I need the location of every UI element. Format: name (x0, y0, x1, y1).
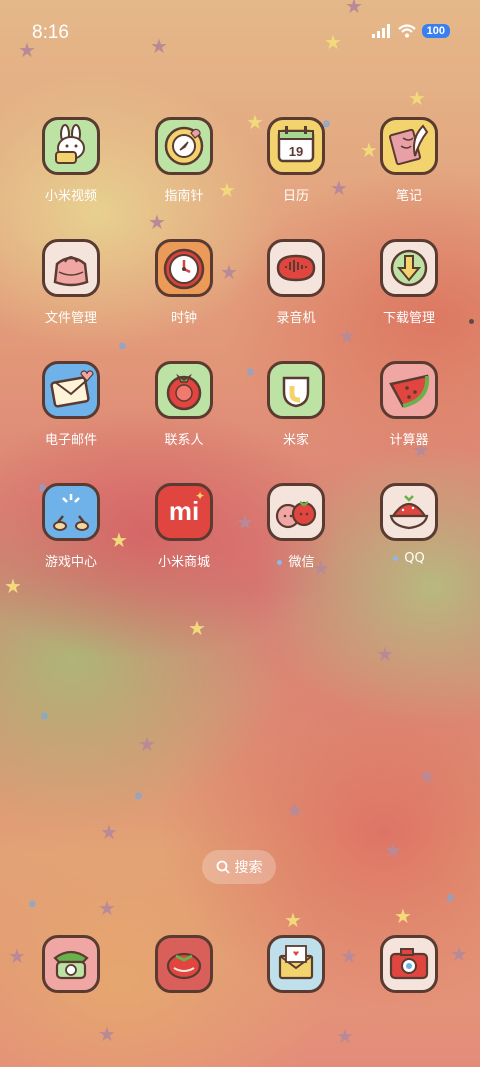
star-icon: ★ (4, 574, 22, 598)
status-bar: 8:16 100 (0, 0, 480, 60)
telephone-icon (42, 935, 100, 993)
app-compass[interactable]: 指南针 (134, 117, 234, 204)
app-label: 计算器 (389, 433, 429, 448)
star-icon: ★ (100, 820, 118, 844)
sparkle-icon: ✦ (194, 489, 205, 503)
dock-phone[interactable] (21, 935, 121, 993)
download-icon (380, 239, 438, 297)
tomato-contacts-icon (155, 361, 213, 419)
star-icon: ★ (394, 904, 412, 928)
app-label: 笔记 (395, 189, 422, 204)
app-mijia[interactable]: 米家 (246, 361, 346, 448)
page-indicator-dot (469, 319, 474, 324)
star-icon: ★ (150, 34, 168, 58)
app-email[interactable]: 电子邮件 (21, 361, 121, 448)
app-file-manager[interactable]: 文件管理 (21, 239, 121, 326)
app-recorder[interactable]: 录音机 (246, 239, 346, 326)
file-bag-icon (42, 239, 100, 297)
star-icon: ★ (376, 642, 394, 666)
app-label: 下载管理 (382, 311, 435, 326)
swirl-icon: ๑ (118, 337, 127, 353)
star-icon: ★ (284, 908, 302, 932)
mail-icon (42, 361, 100, 419)
app-label: 联系人 (164, 433, 204, 448)
status-time: 8:16 (32, 22, 69, 43)
app-calculator[interactable]: 计算器 (359, 361, 459, 448)
app-label: 时钟 (170, 311, 197, 326)
clock-icon (155, 239, 213, 297)
app-download-manager[interactable]: 下载管理 (359, 239, 459, 326)
envelope-heart-icon (267, 935, 325, 993)
star-icon: ★ (98, 1022, 116, 1046)
calendar-icon: 19 (267, 117, 325, 175)
app-qq[interactable]: QQ (359, 483, 459, 566)
app-label: 日历 (282, 189, 309, 204)
app-contacts[interactable]: 联系人 (134, 361, 234, 448)
app-label: 米家 (282, 433, 309, 448)
app-calendar[interactable]: 19 日历 (246, 117, 346, 204)
search-button[interactable]: 搜索 (202, 850, 276, 884)
app-label: 微信 (246, 551, 346, 570)
app-label-text: QQ (404, 551, 425, 566)
camera-icon (380, 935, 438, 993)
app-xiaomi-video[interactable]: 小米视频 (21, 117, 121, 204)
battery-indicator: 100 (421, 24, 450, 38)
calendar-date: 19 (288, 144, 304, 159)
dock-camera[interactable] (359, 935, 459, 993)
app-wechat[interactable]: 微信 (246, 483, 346, 570)
star-icon: ★ (286, 798, 304, 822)
app-game-center[interactable]: 游戏中心 (21, 483, 121, 570)
tomato-gallery-icon (155, 935, 213, 993)
star-icon: ★ (148, 210, 166, 234)
signal-icon (371, 24, 390, 38)
star-icon: ★ (336, 1024, 354, 1048)
search-label: 搜索 (234, 860, 263, 876)
app-label: 文件管理 (44, 311, 97, 326)
star-icon: ★ (384, 838, 402, 862)
swirl-icon: ๑ (446, 889, 455, 905)
app-label: 指南针 (164, 189, 204, 204)
new-install-dot (277, 560, 283, 565)
app-mi-store[interactable]: mi ✦ 小米商城 (134, 483, 234, 570)
star-icon: ★ (18, 38, 36, 62)
watermelon-calculator-icon (380, 361, 438, 419)
mijia-icon (267, 361, 325, 419)
bunny-video-icon (42, 117, 100, 175)
app-label: 小米视频 (44, 189, 97, 204)
app-label: 游戏中心 (44, 555, 97, 570)
star-icon: ★ (408, 86, 426, 110)
strawberry-qq-icon (380, 483, 438, 541)
star-icon: ★ (138, 732, 156, 756)
wifi-icon (397, 24, 416, 38)
game-center-icon (42, 483, 100, 541)
star-icon: ★ (418, 764, 436, 788)
star-icon: ★ (338, 324, 356, 348)
app-clock[interactable]: 时钟 (134, 239, 234, 326)
new-install-dot (393, 556, 399, 561)
star-icon: ★ (324, 30, 342, 54)
status-icons: 100 (371, 24, 450, 38)
mi-store-icon: mi ✦ (155, 483, 213, 541)
app-label: QQ (359, 551, 459, 566)
app-label: 录音机 (276, 311, 316, 326)
app-label: 小米商城 (157, 555, 210, 570)
tomato-friends-wechat-icon (267, 483, 325, 541)
swirl-icon: ๑ (28, 895, 37, 911)
star-icon: ★ (98, 896, 116, 920)
recorder-icon (267, 239, 325, 297)
dock-gallery[interactable] (134, 935, 234, 993)
dock-messages[interactable] (246, 935, 346, 993)
notes-quill-icon (380, 117, 438, 175)
star-icon: ★ (188, 616, 206, 640)
app-notes[interactable]: 笔记 (359, 117, 459, 204)
swirl-icon: ๑ (40, 707, 49, 723)
app-label: 电子邮件 (44, 433, 97, 448)
app-label-text: 微信 (288, 555, 315, 570)
star-icon: ★ (345, 0, 363, 18)
search-icon (216, 860, 230, 874)
compass-icon (155, 117, 213, 175)
swirl-icon: ๑ (134, 787, 143, 803)
